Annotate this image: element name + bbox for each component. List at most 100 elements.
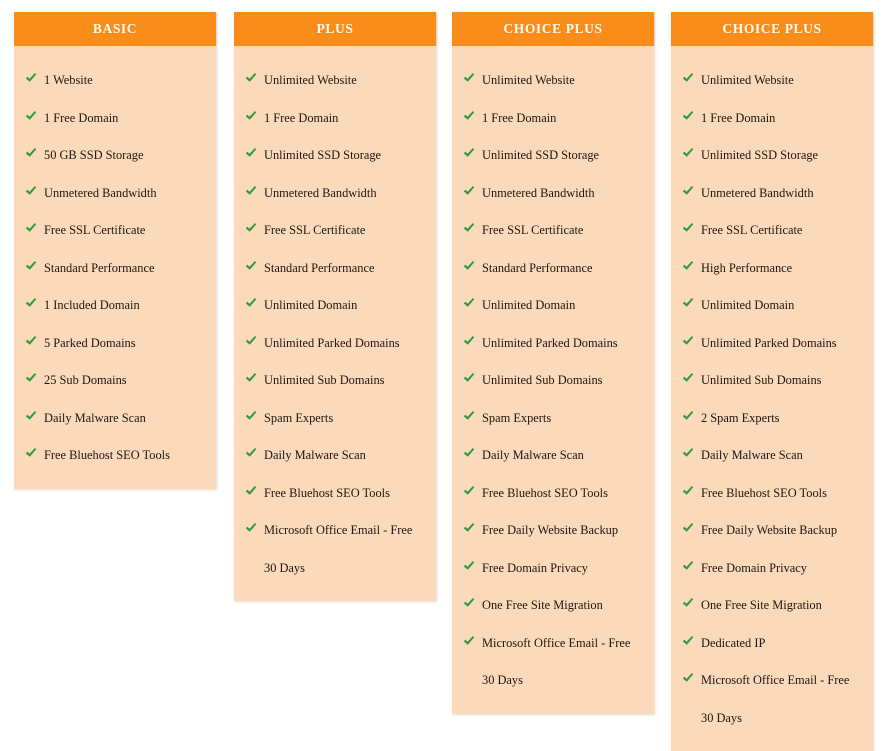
feature-label: Standard Performance — [264, 260, 375, 275]
feature-item: 2 Spam Experts — [671, 400, 873, 438]
feature-item: Standard Performance — [14, 250, 216, 288]
feature-item: 1 Free Domain — [234, 100, 436, 138]
feature-label: Daily Malware Scan — [264, 448, 366, 462]
feature-label: Dedicated IP — [701, 635, 766, 650]
plan-feature-list-plus: Unlimited Website 1 Free Domain Unlimited … — [234, 46, 436, 601]
feature-item: Unlimited SSD Storage — [234, 137, 436, 175]
feature-label: 1 Included Domain — [44, 298, 140, 312]
check-icon — [463, 335, 475, 347]
feature-label: Unlimited Sub Domains — [264, 373, 385, 387]
check-icon — [463, 260, 475, 272]
feature-label: Unlimited Domain — [264, 298, 358, 312]
feature-label: Daily Malware Scan — [482, 448, 584, 462]
feature-item: 1 Website — [14, 62, 216, 100]
check-icon — [463, 147, 475, 159]
feature-item: Free Daily Website Backup — [671, 512, 873, 550]
check-icon — [25, 410, 37, 422]
feature-label: 1 Free Domain — [44, 110, 119, 125]
plan-feature-list-choice-plus-1: Unlimited Website 1 Free Domain Unlimited … — [452, 46, 654, 714]
check-icon — [682, 447, 694, 459]
feature-label: Unmetered Bandwidth — [701, 185, 814, 200]
feature-label: Unlimited Website — [701, 73, 794, 87]
plan-feature-list-basic: 1 Website 1 Free Domain 50 GB SSD Storage U… — [14, 46, 216, 489]
feature-item: Free Bluehost SEO Tools — [14, 437, 216, 475]
check-icon — [463, 410, 475, 422]
feature-item: 1 Free Domain — [452, 100, 654, 138]
feature-label: 5 Parked Domains — [44, 335, 136, 350]
plan-feature-list-choice-plus-2: Unlimited Website 1 Free Domain Unlimited … — [671, 46, 873, 751]
feature-label: Unmetered Bandwidth — [482, 185, 595, 200]
feature-label: Standard Performance — [482, 260, 593, 275]
feature-label: Standard Performance — [44, 260, 155, 275]
check-icon — [682, 485, 694, 497]
feature-item: One Free Site Migration — [671, 587, 873, 625]
check-icon — [25, 110, 37, 122]
check-icon — [245, 222, 257, 234]
feature-item: Unmetered Bandwidth — [452, 175, 654, 213]
feature-label: Unlimited Parked Domains — [482, 335, 618, 350]
check-icon — [245, 185, 257, 197]
feature-item: 50 GB SSD Storage — [14, 137, 216, 175]
feature-label: Unlimited SSD Storage — [701, 148, 819, 162]
feature-label: Daily Malware Scan — [701, 448, 803, 462]
check-icon — [682, 297, 694, 309]
feature-label: Unlimited Parked Domains — [701, 335, 837, 350]
feature-label: Unlimited Website — [482, 73, 575, 87]
feature-item: Unmetered Bandwidth — [14, 175, 216, 213]
feature-label: 1 Free Domain — [701, 110, 776, 125]
feature-item: Free SSL Certificate — [234, 212, 436, 250]
check-icon — [245, 335, 257, 347]
feature-item: Unlimited Website — [234, 62, 436, 100]
check-icon — [682, 410, 694, 422]
feature-label: Free Domain Privacy — [701, 560, 807, 575]
check-icon — [25, 335, 37, 347]
feature-item: Free SSL Certificate — [14, 212, 216, 250]
feature-item: Unlimited Parked Domains — [234, 325, 436, 363]
feature-item: Free Bluehost SEO Tools — [671, 475, 873, 513]
feature-label: Unlimited SSD Storage — [264, 148, 382, 162]
feature-item: Free Daily Website Backup — [452, 512, 654, 550]
plan-header-choice-plus-1: CHOICE PLUS — [452, 12, 654, 46]
check-icon — [463, 110, 475, 122]
feature-label: Unlimited SSD Storage — [482, 148, 600, 162]
feature-item: Spam Experts — [452, 400, 654, 438]
check-icon — [25, 297, 37, 309]
feature-item: 5 Parked Domains — [14, 325, 216, 363]
feature-label: Daily Malware Scan — [44, 410, 146, 425]
feature-item: Daily Malware Scan — [14, 400, 216, 438]
feature-item: Daily Malware Scan — [671, 437, 873, 475]
feature-item: Free SSL Certificate — [671, 212, 873, 250]
check-icon — [25, 147, 37, 159]
plan-column-plus: PLUS Unlimited Website 1 Free Domain Unlimi… — [234, 12, 436, 601]
check-icon — [682, 72, 694, 84]
check-icon — [25, 72, 37, 84]
feature-item: Unmetered Bandwidth — [234, 175, 436, 213]
check-icon — [682, 335, 694, 347]
check-icon — [463, 560, 475, 572]
check-icon — [463, 635, 475, 647]
feature-item: Unlimited Domain — [671, 287, 873, 325]
feature-label: 2 Spam Experts — [701, 410, 780, 425]
feature-label: Free SSL Certificate — [701, 223, 803, 237]
feature-label: High Performance — [701, 260, 793, 275]
feature-item: Free Bluehost SEO Tools — [452, 475, 654, 513]
plan-column-choice-plus-2: CHOICE PLUS Unlimited Website 1 Free Domai… — [671, 12, 873, 751]
feature-label: Unlimited Domain — [701, 298, 795, 312]
check-icon — [245, 447, 257, 459]
feature-item: Free Domain Privacy — [452, 550, 654, 588]
check-icon — [682, 522, 694, 534]
feature-label: 25 Sub Domains — [44, 373, 127, 387]
feature-label: Unlimited Parked Domains — [264, 335, 400, 350]
check-icon — [682, 110, 694, 122]
feature-label: Spam Experts — [264, 410, 334, 425]
check-icon — [682, 147, 694, 159]
feature-item: Microsoft Office Email - Free 30 Days — [234, 512, 436, 587]
feature-label: Free SSL Certificate — [44, 223, 146, 237]
feature-item: Daily Malware Scan — [234, 437, 436, 475]
feature-item: Unlimited Parked Domains — [452, 325, 654, 363]
feature-item: Unlimited Sub Domains — [234, 362, 436, 400]
feature-item: High Performance — [671, 250, 873, 288]
check-icon — [245, 110, 257, 122]
feature-label: Free Bluehost SEO Tools — [44, 448, 170, 462]
feature-item: Spam Experts — [234, 400, 436, 438]
